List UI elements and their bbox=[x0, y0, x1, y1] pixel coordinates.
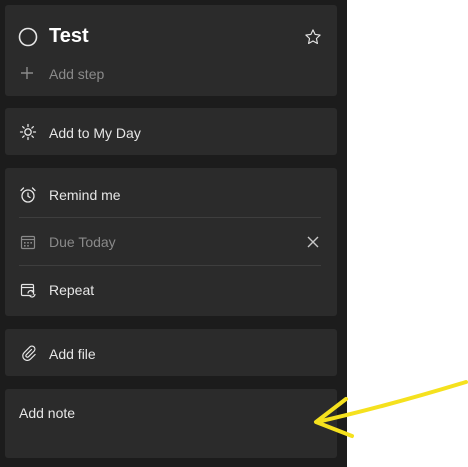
paperclip-icon bbox=[20, 344, 38, 362]
plus-icon bbox=[19, 65, 35, 81]
annotation-arrow-icon bbox=[314, 380, 468, 438]
remind-me-button[interactable]: Remind me bbox=[49, 187, 121, 203]
task-details-pane: Test Add step Add to My Day Remind me Du… bbox=[0, 0, 347, 467]
task-title-card: Test Add step bbox=[5, 5, 337, 96]
note-card[interactable]: Add note bbox=[5, 389, 337, 458]
repeat-button[interactable]: Repeat bbox=[49, 282, 94, 298]
divider bbox=[19, 217, 321, 218]
repeat-calendar-icon bbox=[19, 281, 37, 299]
add-to-my-day-card[interactable]: Add to My Day bbox=[5, 108, 337, 155]
due-date-button[interactable]: Due Today bbox=[49, 234, 116, 250]
divider bbox=[19, 265, 321, 266]
add-step-button[interactable]: Add step bbox=[49, 66, 104, 82]
add-note-input[interactable]: Add note bbox=[19, 405, 75, 421]
calendar-icon bbox=[19, 233, 37, 251]
add-file-card[interactable]: Add file bbox=[5, 329, 337, 376]
add-file-label: Add file bbox=[49, 346, 96, 362]
task-title[interactable]: Test bbox=[49, 25, 89, 48]
circle-checkbox-icon[interactable] bbox=[17, 26, 39, 48]
schedule-card: Remind me Due Today Repeat bbox=[5, 168, 337, 316]
star-icon[interactable] bbox=[302, 26, 324, 48]
sun-icon bbox=[19, 123, 37, 141]
add-to-my-day-label: Add to My Day bbox=[49, 125, 141, 141]
close-icon[interactable] bbox=[305, 234, 321, 250]
alarm-clock-icon bbox=[19, 186, 37, 204]
